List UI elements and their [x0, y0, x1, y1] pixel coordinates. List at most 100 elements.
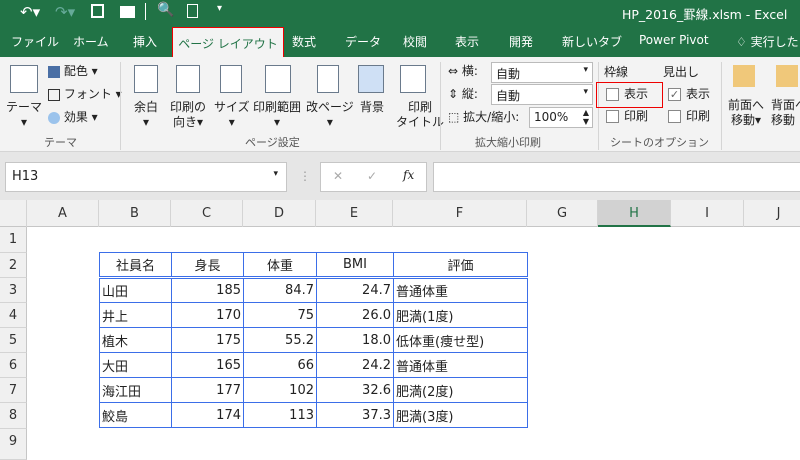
column-header-j[interactable]: J — [744, 200, 800, 227]
row-header[interactable]: 6 — [0, 353, 27, 378]
table-cell[interactable]: 37.3 — [316, 402, 394, 428]
row-header[interactable]: 3 — [0, 278, 27, 303]
table-cell[interactable]: 84.7 — [243, 277, 317, 303]
table-cell[interactable]: 肥満(1度) — [393, 302, 528, 328]
column-header-c[interactable]: C — [171, 200, 243, 227]
table-cell[interactable]: 102 — [243, 377, 317, 403]
tab-view[interactable]: 表示 — [455, 33, 479, 50]
tab-data[interactable]: データ — [345, 33, 381, 50]
scale-spinner[interactable]: 100% ▲ ▼ — [529, 107, 593, 128]
table-cell[interactable]: 170 — [171, 302, 244, 328]
background-button[interactable]: 背景 — [360, 100, 384, 115]
column-header-f[interactable]: F — [393, 200, 527, 227]
row-header[interactable]: 8 — [0, 403, 27, 429]
table-cell[interactable]: 174 — [171, 402, 244, 428]
bmi-table: 社員名 身長 体重 BMI 評価 山田 185 84.7 24.7 普通体重 井上 170 7… — [99, 252, 528, 428]
tab-formulas[interactable]: 数式 — [292, 33, 316, 50]
column-header-a[interactable]: A — [27, 200, 99, 227]
orientation-button[interactable]: 印刷の 向き▾ — [170, 100, 206, 130]
column-header-b[interactable]: B — [99, 200, 171, 227]
table-cell[interactable]: 井上 — [99, 302, 172, 328]
table-cell[interactable]: 鮫島 — [99, 402, 172, 428]
tab-home[interactable]: ホーム — [73, 33, 109, 50]
open-folder-icon[interactable] — [120, 6, 135, 18]
tab-insert[interactable]: 挿入 — [133, 33, 157, 50]
table-cell[interactable]: 山田 — [99, 277, 172, 303]
name-box[interactable]: H13 ▾ — [5, 162, 287, 192]
table-cell[interactable]: 175 — [171, 327, 244, 353]
column-header-i[interactable]: I — [671, 200, 744, 227]
height-select[interactable]: 自動 ▾ — [491, 84, 593, 105]
effects-button[interactable]: 効果 ▾ — [48, 110, 98, 125]
margins-button[interactable]: 余白 ▾ — [134, 100, 158, 130]
table-cell[interactable]: 75 — [243, 302, 317, 328]
row-header[interactable]: 7 — [0, 378, 27, 403]
header-cell[interactable]: 体重 — [243, 252, 317, 279]
table-cell[interactable]: 177 — [171, 377, 244, 403]
row-header[interactable]: 5 — [0, 328, 27, 353]
table-cell[interactable]: 66 — [243, 352, 317, 378]
table-cell[interactable]: 165 — [171, 352, 244, 378]
table-cell[interactable]: 肥満(3度) — [393, 402, 528, 428]
row-header[interactable]: 9 — [0, 429, 27, 460]
redo-icon[interactable]: ↷▾ — [55, 3, 75, 21]
tab-page-layout[interactable]: ページ レイアウト — [172, 27, 284, 58]
tab-review[interactable]: 校閲 — [403, 33, 427, 50]
table-cell[interactable]: 大田 — [99, 352, 172, 378]
table-cell[interactable]: 普通体重 — [393, 352, 528, 378]
table-cell[interactable]: 肥満(2度) — [393, 377, 528, 403]
new-document-icon[interactable] — [187, 4, 198, 18]
breaks-button[interactable]: 改ページ ▾ — [306, 100, 354, 130]
header-cell[interactable]: 身長 — [171, 252, 244, 279]
width-select[interactable]: 自動 ▾ — [491, 62, 593, 83]
save-icon[interactable] — [91, 4, 104, 18]
formula-input[interactable] — [433, 162, 800, 192]
gridlines-print-checkbox[interactable] — [606, 110, 619, 123]
column-header-e[interactable]: E — [316, 200, 393, 227]
row-header[interactable]: 4 — [0, 303, 27, 328]
size-button[interactable]: サイズ ▾ — [214, 100, 250, 130]
table-cell[interactable]: 55.2 — [243, 327, 317, 353]
table-cell[interactable]: 普通体重 — [393, 277, 528, 303]
themes-button[interactable]: テーマ ▾ — [6, 100, 42, 130]
header-cell[interactable]: 社員名 — [99, 252, 172, 279]
column-header-g[interactable]: G — [527, 200, 598, 227]
colors-button[interactable]: 配色 ▾ — [48, 64, 98, 79]
tab-power-pivot[interactable]: Power Pivot — [639, 33, 709, 47]
tab-developer[interactable]: 開発 — [509, 33, 533, 50]
select-all-button[interactable] — [0, 200, 27, 227]
send-backward-button[interactable]: 背面へ移動 — [771, 98, 800, 128]
print-area-button[interactable]: 印刷範囲 ▾ — [253, 100, 301, 130]
enter-icon[interactable]: ✓ — [367, 169, 377, 183]
customize-toolbar-icon[interactable]: ▾ — [217, 3, 222, 14]
row-header[interactable]: 1 — [0, 227, 27, 253]
table-cell[interactable]: 185 — [171, 277, 244, 303]
header-cell[interactable]: 評価 — [393, 252, 528, 279]
table-cell[interactable]: 24.7 — [316, 277, 394, 303]
headings-view-checkbox[interactable]: ✓ — [668, 88, 681, 101]
header-cell[interactable]: BMI — [316, 252, 394, 279]
gridlines-view-checkbox[interactable] — [606, 88, 619, 101]
table-cell[interactable]: 海江田 — [99, 377, 172, 403]
table-cell[interactable]: 低体重(痩せ型) — [393, 327, 528, 353]
table-cell[interactable]: 26.0 — [316, 302, 394, 328]
headings-print-checkbox[interactable] — [668, 110, 681, 123]
table-cell[interactable]: 植木 — [99, 327, 172, 353]
print-preview-icon[interactable]: 🔍 — [157, 2, 174, 18]
tab-new[interactable]: 新しいタブ — [562, 33, 622, 50]
table-cell[interactable]: 18.0 — [316, 327, 394, 353]
row-header[interactable]: 2 — [0, 253, 27, 278]
fonts-button[interactable]: フォント ▾ — [48, 87, 122, 102]
cancel-icon[interactable]: ✕ — [333, 169, 343, 183]
table-cell[interactable]: 113 — [243, 402, 317, 428]
bring-forward-button[interactable]: 前面へ 移動▾ — [728, 98, 764, 128]
print-titles-button[interactable]: 印刷 タイトル — [396, 100, 444, 130]
undo-icon[interactable]: ↶▾ — [20, 3, 40, 21]
tab-file[interactable]: ファイル — [11, 33, 59, 50]
column-header-h[interactable]: H — [598, 200, 671, 227]
table-cell[interactable]: 32.6 — [316, 377, 394, 403]
column-header-d[interactable]: D — [243, 200, 316, 227]
insert-function-icon[interactable]: fx — [403, 168, 414, 182]
tell-me[interactable]: ♢ 実行したい — [736, 33, 800, 50]
table-cell[interactable]: 24.2 — [316, 352, 394, 378]
